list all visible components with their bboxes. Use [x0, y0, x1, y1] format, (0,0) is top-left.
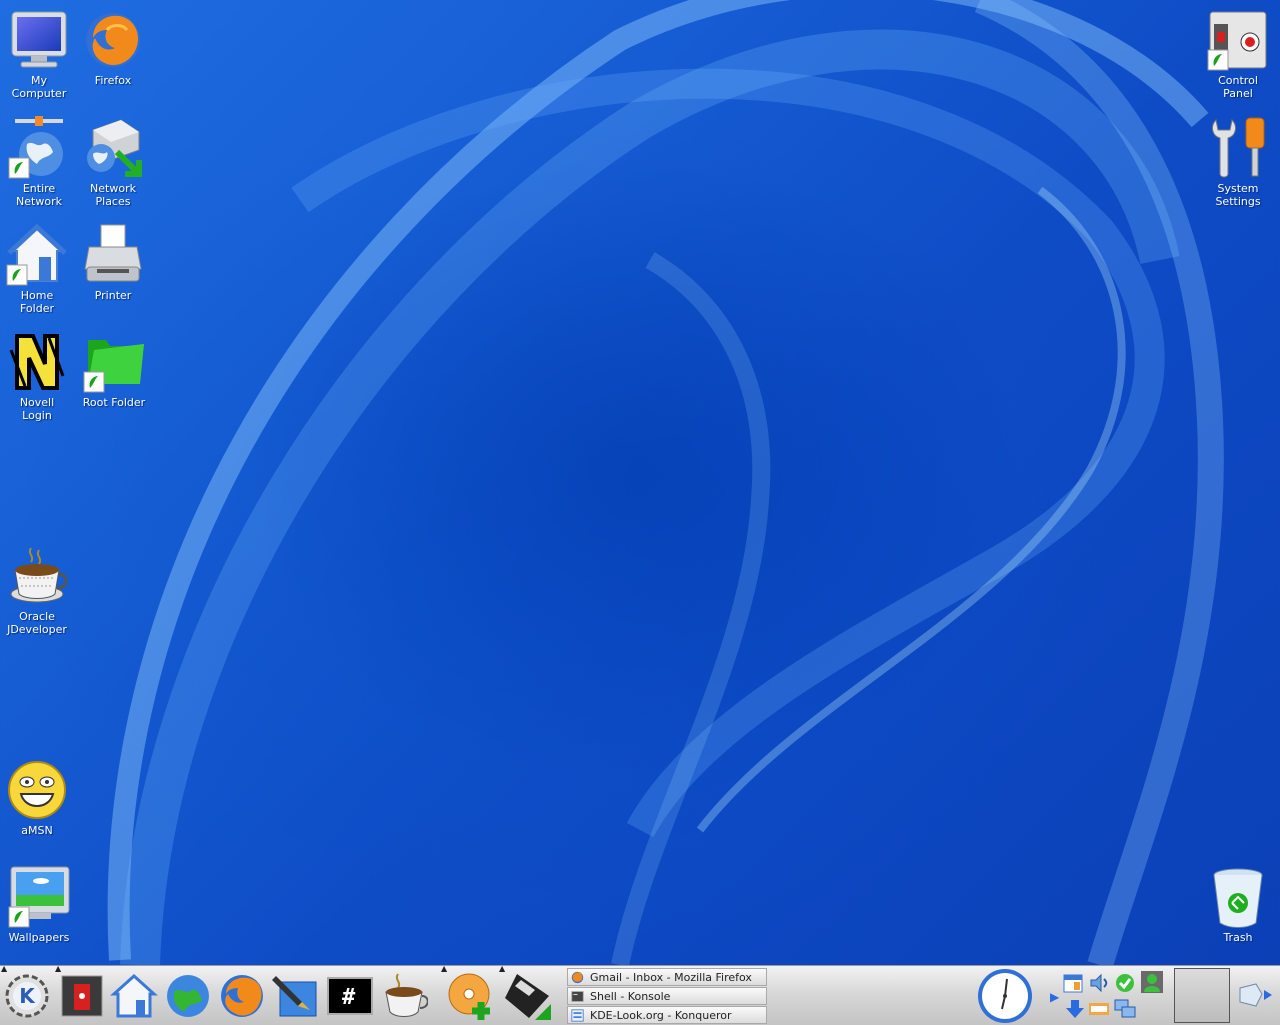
task-title: Gmail - Inbox - Mozilla Firefox	[590, 971, 752, 984]
desktop-icon-amsn[interactable]: aMSN	[0, 758, 77, 837]
desktop-pager[interactable]	[1174, 968, 1230, 1023]
novell-icon	[9, 334, 65, 390]
check-icon[interactable]	[1114, 972, 1136, 994]
home-folder-icon	[6, 223, 67, 286]
desktop-icon-control-panel[interactable]: Control Panel	[1198, 8, 1278, 100]
desktop-icon-system-settings[interactable]: System Settings	[1198, 116, 1278, 208]
icon-label: Network Places	[90, 182, 136, 208]
icon-label: Novell Login	[19, 396, 55, 422]
desktop-icon-trash[interactable]: Trash	[1198, 865, 1278, 944]
kde-logo-text: K	[19, 984, 36, 1008]
smiley-icon	[8, 761, 66, 819]
icon-label: aMSN	[21, 824, 53, 837]
taskbar-window-list: Gmail - Inbox - Mozilla Firefox Shell - …	[567, 968, 767, 1025]
konqueror-globe-icon	[167, 975, 209, 1017]
terminal-icon: #	[327, 977, 373, 1015]
kde-menu-icon: K	[5, 974, 49, 1018]
network-globe-icon	[8, 116, 63, 179]
desktop-icon-novell-login[interactable]: Novell Login	[0, 330, 77, 422]
task-title: KDE-Look.org - Konqueror	[590, 1009, 732, 1022]
download-icon[interactable]	[1064, 998, 1086, 1020]
home-launcher[interactable]	[110, 972, 158, 1020]
cd-burner-icon	[448, 973, 490, 1020]
icon-label: Root Folder	[82, 396, 146, 409]
network-status-icon[interactable]	[1088, 1000, 1110, 1018]
display-icon[interactable]	[1114, 998, 1136, 1020]
calendar-icon[interactable]	[1062, 972, 1084, 994]
task-kde-look-konqueror[interactable]: KDE-Look.org - Konqueror	[567, 1006, 767, 1024]
desktop-icon-firefox[interactable]: Firefox	[73, 8, 153, 87]
user-icon[interactable]	[1140, 970, 1164, 994]
icon-label: Entire Network	[16, 182, 62, 208]
wallpaper-monitor-icon	[8, 866, 70, 928]
desktop-icon-oracle-jdeveloper[interactable]: Oracle JDeveloper	[0, 544, 77, 636]
tools-icon	[1212, 117, 1265, 178]
firefox-launcher[interactable]	[218, 972, 266, 1020]
wallpaper-swoosh	[107, 0, 1224, 965]
icon-label: Firefox	[94, 74, 132, 87]
computer-icon	[11, 11, 67, 68]
icon-label: Wallpapers	[8, 931, 70, 944]
desktop-icon-entire-network[interactable]: Entire Network	[0, 116, 79, 208]
coffee-cup-icon	[10, 547, 68, 603]
kde-look-icon	[571, 1009, 584, 1022]
jdeveloper-launcher[interactable]	[380, 972, 428, 1020]
desktop-icon-home-folder[interactable]: Home Folder	[0, 223, 77, 315]
floppy-launcher[interactable]	[503, 972, 551, 1020]
clock-applet[interactable]	[976, 967, 1034, 1025]
cd-burner-launcher[interactable]	[447, 972, 495, 1020]
terminal-prompt: #	[342, 985, 356, 1010]
desktop-icon-network-places[interactable]: Network Places	[73, 116, 153, 208]
clock-icon	[978, 969, 1032, 1023]
kde-menu-button[interactable]: K	[3, 972, 51, 1020]
icon-label: System Settings	[1215, 182, 1261, 208]
firefox-icon	[571, 971, 584, 984]
control-panel-icon	[1207, 11, 1267, 71]
klipper-applet[interactable]	[1236, 980, 1278, 1010]
konqueror-launcher[interactable]	[164, 972, 212, 1020]
icon-label: Printer	[94, 289, 132, 302]
desktop-icon-wallpapers[interactable]: Wallpapers	[0, 865, 79, 944]
task-gmail-firefox[interactable]: Gmail - Inbox - Mozilla Firefox	[567, 968, 767, 986]
terminal-launcher[interactable]: #	[326, 972, 374, 1020]
desktop-icon-printer[interactable]: Printer	[73, 223, 153, 302]
floppy-icon	[505, 974, 551, 1020]
logout-button[interactable]	[58, 972, 106, 1020]
icon-label: Control Panel	[1218, 74, 1258, 100]
printer-icon	[84, 224, 142, 282]
editor-launcher[interactable]	[272, 972, 320, 1020]
clipboard-arrow-icon	[1239, 983, 1272, 1007]
kde-panel: ▲ ▲ ▲ ▲ K # Gmail - Inbox - Mozilla Fire…	[0, 964, 1280, 1025]
task-shell-konsole[interactable]: Shell - Konsole	[567, 987, 767, 1005]
icon-label: My Computer	[11, 74, 67, 100]
home-icon	[110, 973, 158, 1018]
firefox-icon	[86, 13, 140, 67]
desktop-icon-root-folder[interactable]: Root Folder	[74, 330, 154, 409]
icon-label: Trash	[1223, 931, 1253, 944]
trash-icon	[1213, 868, 1263, 928]
desktop-icon-my-computer[interactable]: My Computer	[0, 8, 79, 100]
editor-pen-icon	[272, 976, 317, 1017]
jdeveloper-icon	[385, 973, 428, 1017]
system-tray	[1062, 970, 1168, 1022]
icon-label: Home Folder	[20, 289, 54, 315]
tray-expand-arrow[interactable]: ▶	[1050, 990, 1059, 1004]
task-title: Shell - Konsole	[590, 990, 671, 1003]
green-folder-icon	[83, 340, 144, 393]
network-places-icon	[87, 119, 142, 177]
speaker-icon[interactable]	[1088, 972, 1110, 994]
konsole-icon	[571, 991, 584, 1002]
icon-label: Oracle JDeveloper	[7, 610, 67, 636]
logout-icon	[61, 975, 103, 1017]
firefox-icon	[221, 975, 263, 1017]
